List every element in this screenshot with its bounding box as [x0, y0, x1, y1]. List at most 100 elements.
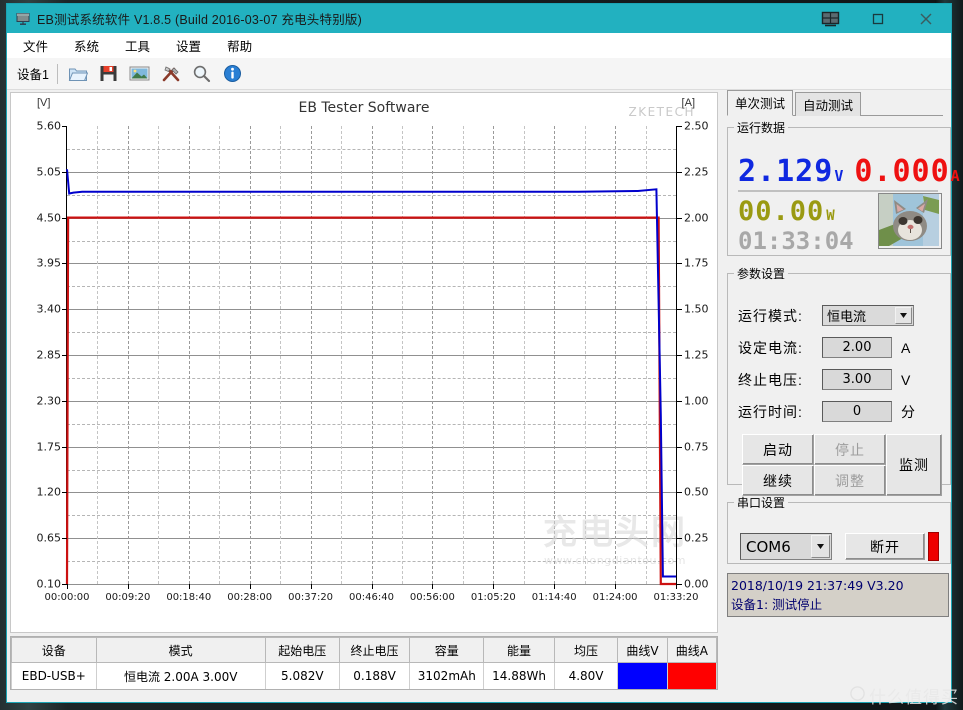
menu-settings[interactable]: 设置 — [174, 34, 203, 57]
y-axis-left-tick: 2.85 — [36, 348, 62, 362]
runtime-group-legend: 运行数据 — [737, 121, 786, 135]
cell-curve-a-swatch[interactable] — [666, 662, 717, 689]
cutoff-voltage-input[interactable]: 3.00 — [822, 369, 892, 390]
table-row[interactable]: EBD-USB+ 恒电流 2.00A 3.00V 5.082V 0.188V 3… — [11, 662, 717, 689]
menu-file[interactable]: 文件 — [21, 34, 50, 57]
params-group-legend: 参数设置 — [737, 267, 786, 281]
title-bar: EB测试系统软件 V1.8.5 (Build 2016-03-07 充电头特别版… — [7, 4, 951, 33]
y-axis-left-tick-mark — [62, 492, 67, 494]
y-axis-left-tick: 2.30 — [36, 394, 62, 408]
cell-end-voltage: 0.188V — [338, 662, 411, 689]
com-port-select[interactable]: COM6 — [740, 533, 832, 560]
run-time-unit: 分 — [901, 403, 915, 420]
table-header-row: 设备 模式 起始电压 终止电压 容量 能量 均压 曲线V 曲线A — [11, 637, 717, 663]
chart-card: [V] EB Tester Software [A] ZKETECH 充电头网 … — [10, 92, 718, 633]
x-axis-tick-mark — [554, 584, 556, 589]
run-time-input[interactable]: 0 — [822, 401, 892, 422]
log-line-timestamp: 2018/10/19 21:37:49 V3.20 — [731, 578, 904, 593]
elapsed-time-value: 01:33:04 — [738, 227, 854, 255]
cell-energy: 14.88Wh — [483, 662, 555, 689]
run-mode-label: 运行模式: — [738, 307, 803, 324]
y-axis-left-tick-mark — [62, 126, 67, 127]
y-axis-right-tick: 1.00 — [684, 394, 709, 408]
set-current-input[interactable]: 2.00 — [822, 337, 892, 358]
smzdm-watermark: 什么值得买 — [850, 683, 959, 708]
cutoff-voltage-unit: V — [901, 371, 911, 388]
y-axis-left-tick-mark — [62, 538, 67, 540]
menu-tools[interactable]: 工具 — [123, 34, 152, 57]
menu-help[interactable]: 帮助 — [225, 34, 254, 57]
x-axis-tick-mark — [249, 584, 251, 589]
current-curve — [65, 216, 676, 586]
row-cutoff-voltage: 终止电压: 3.00 V — [738, 368, 940, 391]
info-icon[interactable] — [219, 60, 247, 88]
x-axis-tick: 00:09:20 — [105, 592, 151, 603]
col-curve-a: 曲线A — [666, 637, 717, 663]
y-axis-right-tick: 2.00 — [684, 211, 709, 225]
y-axis-left-tick: 3.40 — [36, 302, 62, 316]
chart-panel: [V] EB Tester Software [A] ZKETECH 充电头网 … — [7, 90, 721, 702]
save-floppy-icon[interactable] — [95, 60, 123, 88]
y-axis-left-tick: 1.20 — [36, 485, 62, 499]
magnifier-icon[interactable] — [188, 60, 216, 88]
col-avg-voltage: 均压 — [553, 637, 619, 663]
menu-system[interactable]: 系统 — [72, 34, 101, 57]
cell-curve-v-swatch[interactable] — [617, 662, 668, 689]
power-readout: 00.00 W — [738, 196, 836, 227]
col-start-voltage: 起始电压 — [264, 637, 340, 663]
tab-single-test[interactable]: 单次测试 — [727, 90, 794, 116]
chart-title: EB Tester Software — [298, 100, 430, 116]
log-line-status: 设备1: 测试停止 — [731, 597, 823, 613]
run-mode-value: 恒电流 — [827, 309, 867, 324]
maximize-button[interactable] — [855, 4, 901, 33]
monitor-button[interactable]: 监测 — [886, 434, 942, 496]
voltage-current-readout: 2.129 V 0.000 A — [738, 154, 960, 189]
chevron-down-icon[interactable] — [895, 307, 912, 324]
summary-table-card: 设备 模式 起始电压 终止电压 容量 能量 均压 曲线V 曲线A EBD-USB… — [10, 636, 718, 690]
app-monitor-icon — [15, 11, 31, 27]
cell-capacity: 3102mAh — [409, 662, 485, 689]
application-window: EB测试系统软件 V1.8.5 (Build 2016-03-07 充电头特别版… — [6, 3, 960, 703]
y-axis-left-tick-mark — [62, 355, 67, 356]
y-axis-left-tick-mark — [62, 171, 67, 173]
open-folder-icon[interactable] — [64, 60, 92, 88]
zketech-watermark: ZKETECH — [628, 105, 695, 119]
window-controls — [807, 4, 951, 33]
x-axis-tick-mark — [493, 584, 495, 589]
resume-button[interactable]: 继续 — [742, 465, 814, 496]
close-button[interactable] — [901, 4, 951, 33]
tab-auto-test[interactable]: 自动测试 — [795, 92, 862, 116]
y-axis-left-tick: 5.05 — [36, 165, 62, 179]
plot-area[interactable]: 充电头网 www.chongdiantou.com 5.60 2.50 5.05 2.… — [37, 120, 709, 604]
restore-window-button[interactable] — [807, 4, 855, 33]
y-axis-left-tick: 4.50 — [36, 211, 62, 225]
y-axis-right-tick: 0.75 — [684, 440, 709, 454]
x-axis-tick: 00:28:00 — [227, 592, 273, 603]
x-axis-tick-mark — [188, 584, 190, 589]
x-axis-tick: 01:14:40 — [531, 592, 577, 603]
start-button[interactable]: 启动 — [742, 434, 814, 465]
tools-wrench-icon[interactable] — [157, 60, 185, 88]
chevron-down-icon[interactable] — [811, 535, 830, 558]
cell-avg-voltage: 4.80V — [553, 662, 619, 689]
run-mode-select[interactable]: 恒电流 — [822, 305, 914, 326]
col-end-voltage: 终止电压 — [338, 637, 411, 663]
row-run-time: 运行时间: 0 分 — [738, 400, 940, 423]
y-axis-right-tick: 0.25 — [684, 531, 709, 545]
y-axis-left-tick: 3.95 — [36, 256, 62, 270]
set-current-unit: A — [901, 339, 911, 356]
elapsed-time-readout: 01:33:04 — [738, 227, 854, 255]
power-unit: W — [826, 208, 836, 224]
image-export-icon[interactable] — [126, 60, 154, 88]
x-axis-tick-mark — [310, 584, 312, 589]
x-axis-tick: 00:56:00 — [409, 592, 455, 603]
status-log-box[interactable]: 2018/10/19 21:37:49 V3.20 设备1: 测试停止 — [727, 573, 949, 617]
y-axis-left-tick: 1.75 — [36, 440, 62, 454]
set-current-value: 2.00 — [842, 340, 872, 355]
summary-table: 设备 模式 起始电压 终止电压 容量 能量 均压 曲线V 曲线A EBD-USB… — [11, 637, 717, 689]
runtime-data-group: 运行数据 2.129 V 0.000 A 00.00 W 01:33:04 — [727, 119, 960, 256]
x-axis-tick-mark — [127, 584, 129, 589]
disconnect-button[interactable]: 断开 — [845, 533, 925, 560]
row-run-mode: 运行模式: 恒电流 — [738, 304, 940, 327]
cat-photo-thumbnail[interactable] — [878, 193, 942, 249]
